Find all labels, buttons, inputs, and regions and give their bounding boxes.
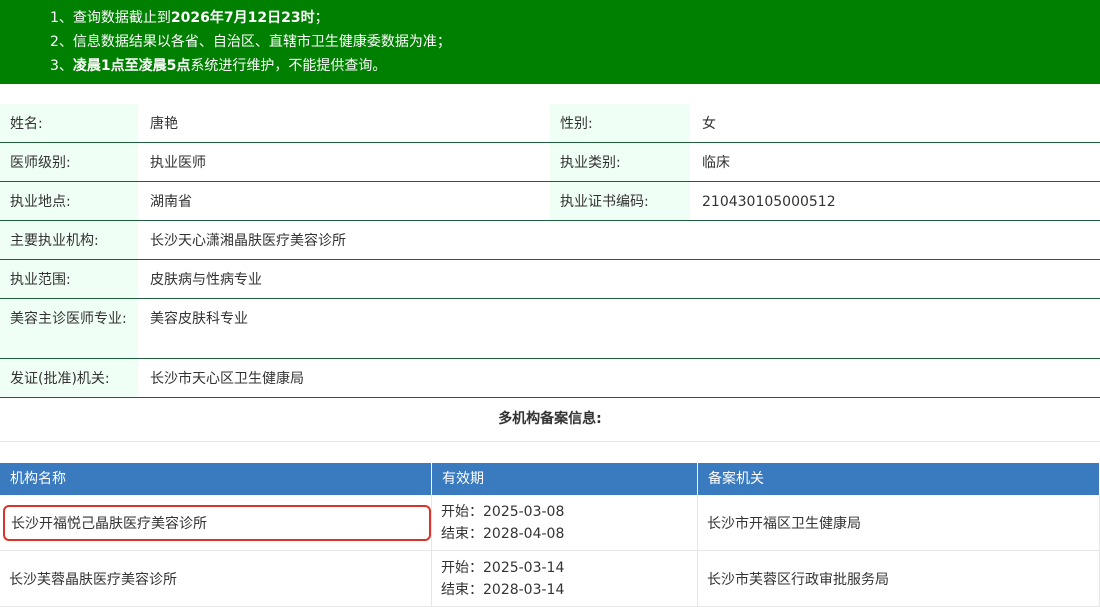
level-value: 执业医师: [150, 155, 206, 171]
authority-text: 长沙市芙蓉区行政审批服务局: [707, 571, 889, 588]
table-row: 长沙开福悦己晶肤医疗美容诊所 开始：2025-03-08 结束：2028-04-…: [0, 495, 1100, 551]
org-name-text: 长沙芙蓉晶肤医疗美容诊所: [9, 571, 177, 588]
org-name-cell: 长沙芙蓉晶肤医疗美容诊所: [0, 551, 432, 606]
name-label: 姓名:: [0, 104, 138, 142]
validity-start: 开始：2025-03-14: [441, 559, 565, 576]
gender-label: 性别:: [550, 104, 690, 142]
doctor-info-table: 姓名: 唐艳 性别: 女 医师级别: 执业医师 执业类别: 临床 执业地点: 湖…: [0, 104, 1100, 398]
beauty-label: 美容主诊医师专业:: [0, 299, 138, 358]
cert-value: 210430105000512: [702, 194, 836, 210]
org-name-cell: 长沙开福悦己晶肤医疗美容诊所: [0, 495, 432, 550]
table-row: 长沙芙蓉晶肤医疗美容诊所 开始：2025-03-14 结束：2028-03-14…: [0, 551, 1100, 607]
header-org-name: 机构名称: [0, 463, 432, 495]
validity-cell: 开始：2025-03-14 结束：2028-03-14: [432, 551, 698, 606]
validity-end: 结束：2028-03-14: [441, 581, 565, 598]
authority-cell: 长沙市芙蓉区行政审批服务局: [698, 551, 1100, 606]
notice-line-1: 1、查询数据截止到2026年7月12日23时；: [50, 10, 329, 26]
scope-label: 执业范围:: [0, 260, 138, 298]
cert-label: 执业证书编码:: [550, 182, 690, 220]
level-label: 医师级别:: [0, 143, 138, 181]
notice-line-2: 2、信息数据结果以各省、自治区、直辖市卫生健康委数据为准；: [50, 34, 451, 50]
issuer-value: 长沙市天心区卫生健康局: [150, 371, 304, 387]
header-validity: 有效期: [432, 463, 698, 495]
multi-org-table: 机构名称 有效期 备案机关 长沙开福悦己晶肤医疗美容诊所 开始：2025-03-…: [0, 463, 1100, 607]
multi-org-title: 多机构备案信息:: [0, 398, 1100, 442]
location-label: 执业地点:: [0, 182, 138, 220]
notice-line-3: 3、凌晨1点至凌晨5点系统进行维护，不能提供查询。: [50, 58, 387, 74]
name-value: 唐艳: [150, 116, 178, 132]
authority-text: 长沙市开福区卫生健康局: [707, 515, 861, 532]
category-label: 执业类别:: [550, 143, 690, 181]
header-authority: 备案机关: [698, 463, 1100, 495]
highlighted-org-name: 长沙开福悦己晶肤医疗美容诊所: [3, 504, 431, 541]
org-label: 主要执业机构:: [0, 221, 138, 259]
authority-cell: 长沙市开福区卫生健康局: [698, 495, 1100, 550]
table-header: 机构名称 有效期 备案机关: [0, 463, 1100, 495]
category-value: 临床: [702, 155, 730, 171]
issuer-label: 发证(批准)机关:: [0, 359, 138, 397]
validity-start: 开始：2025-03-08: [441, 503, 565, 520]
gender-value: 女: [702, 116, 716, 132]
location-value: 湖南省: [150, 194, 192, 210]
org-value: 长沙天心潇湘晶肤医疗美容诊所: [150, 233, 346, 249]
notice-banner: 1、查询数据截止到2026年7月12日23时； 2、信息数据结果以各省、自治区、…: [0, 0, 1100, 84]
validity-cell: 开始：2025-03-08 结束：2028-04-08: [432, 495, 698, 550]
validity-end: 结束：2028-04-08: [441, 525, 565, 542]
scope-value: 皮肤病与性病专业: [150, 272, 262, 288]
beauty-value: 美容皮肤科专业: [150, 311, 248, 327]
